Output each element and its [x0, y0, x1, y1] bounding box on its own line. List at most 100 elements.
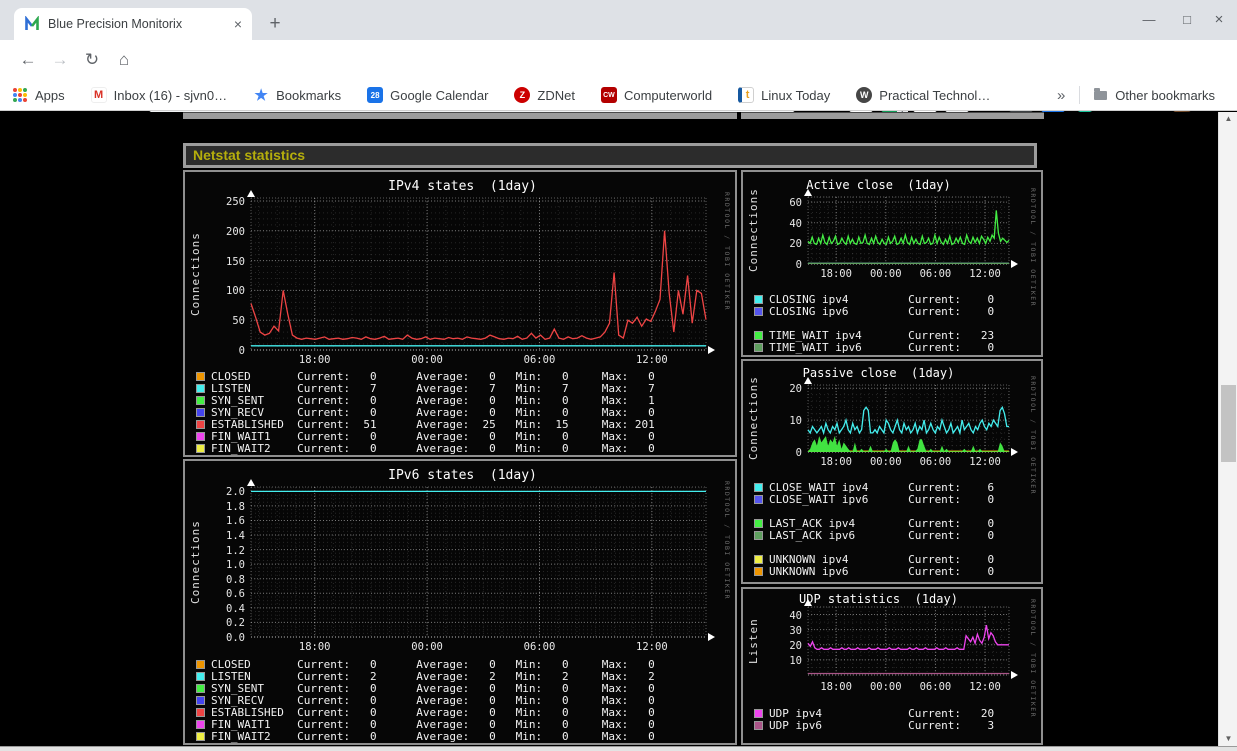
- other-bookmarks-label: Other bookmarks: [1115, 87, 1215, 103]
- vertical-scrollbar[interactable]: ▲ ▼: [1218, 112, 1237, 746]
- legend-color-swatch: [754, 306, 763, 316]
- rrdtool-watermark: RRDTOOL / TOBI OETIKER: [1029, 188, 1037, 308]
- chart-legend: UDP ipv4 Current: 20 UDP ipv6 Current: 3: [754, 707, 994, 732]
- legend-row: FIN_WAIT1 Current: 0 Average: 0 Min: 0 M…: [196, 430, 655, 443]
- y-tick-label: 40: [789, 609, 802, 622]
- bookmark-label: ZDNet: [537, 87, 575, 103]
- chart-legend: CLOSED Current: 0 Average: 0 Min: 0 Max:…: [196, 658, 655, 743]
- y-tick-label: 0: [238, 345, 245, 357]
- x-tick-label: 18:00: [298, 354, 331, 366]
- chart-panel-passive-close: Passive close (1day) Connections RRDTOOL…: [741, 359, 1043, 584]
- star-icon: ★: [254, 87, 268, 104]
- x-tick-label: 06:00: [919, 268, 952, 280]
- window-maximize-button[interactable]: □: [1176, 10, 1198, 30]
- series-established: [250, 230, 707, 341]
- y-tick-label: 150: [226, 255, 245, 268]
- legend-text: UNKNOWN ipv6 Current: 0: [769, 564, 995, 578]
- y-tick-label: 250: [226, 195, 245, 208]
- y-tick-label: 0.0: [226, 632, 245, 644]
- legend-color-swatch: [754, 708, 763, 718]
- x-tick-label: 06:00: [523, 641, 556, 653]
- legend-row: ESTABLISHED Current: 0 Average: 0 Min: 0…: [196, 706, 655, 719]
- chart-title: IPv6 states (1day): [388, 468, 537, 483]
- window-close-button[interactable]: ×: [1208, 10, 1230, 30]
- y-tick-label: 1.2: [226, 544, 245, 557]
- y-tick-label: 0.4: [226, 602, 245, 615]
- y-tick-label: 50: [232, 315, 245, 328]
- bookmark-linux-today[interactable]: t Linux Today: [738, 87, 830, 103]
- y-axis-arrow-icon: [247, 479, 255, 486]
- y-tick-label: 0: [795, 447, 802, 459]
- scrollbar-up-icon[interactable]: ▲: [1219, 112, 1237, 126]
- y-tick-label: 10: [789, 415, 802, 428]
- back-button[interactable]: ←: [16, 48, 40, 72]
- legend-text: FIN_WAIT2 Current: 0 Average: 0 Min: 0 M…: [211, 441, 655, 455]
- x-tick-label: 12:00: [636, 641, 668, 653]
- computerworld-icon: CW: [600, 87, 617, 103]
- plot-area: [807, 384, 1010, 453]
- bookmarks-overflow-icon[interactable]: »: [1057, 87, 1065, 104]
- bookmark-label: Google Calendar: [390, 87, 489, 103]
- other-bookmarks-button[interactable]: Other bookmarks: [1092, 87, 1215, 103]
- x-tick-label: 00:00: [869, 268, 902, 280]
- y-tick-label: 1.6: [226, 515, 245, 528]
- bookmark-apps[interactable]: Apps: [12, 87, 65, 103]
- plot-area: [250, 197, 707, 351]
- x-tick-label: 06:00: [523, 354, 556, 366]
- legend-color-swatch: [196, 407, 205, 417]
- x-tick-label: 18:00: [298, 641, 331, 653]
- new-tab-button[interactable]: +: [262, 11, 288, 37]
- x-axis-arrow-icon: [1011, 448, 1018, 456]
- legend-color-swatch: [196, 683, 205, 693]
- y-tick-label: 1.4: [226, 530, 245, 543]
- zdnet-icon: Z: [514, 87, 531, 103]
- legend-row: CLOSED Current: 0 Average: 0 Min: 0 Max:…: [196, 370, 655, 383]
- legend-text: LAST_ACK ipv6 Current: 0: [769, 528, 995, 542]
- x-tick-label: 18:00: [820, 456, 852, 468]
- legend-row: UDP ipv4 Current: 20: [754, 707, 994, 720]
- bookmark-computerworld[interactable]: CW Computerworld: [600, 87, 712, 103]
- window-minimize-button[interactable]: —: [1138, 10, 1160, 30]
- bookmark-bookmarks[interactable]: ★ Bookmarks: [253, 87, 341, 104]
- x-tick-label: 00:00: [411, 641, 443, 653]
- tab-close-icon[interactable]: ×: [234, 16, 242, 32]
- legend-row: CLOSING ipv4 Current: 0: [754, 293, 994, 306]
- page-viewport: Netstat statistics IPv4 states (1day) Co…: [0, 112, 1237, 746]
- legend-row: LISTEN Current: 2 Average: 2 Min: 2 Max:…: [196, 670, 655, 683]
- y-tick-label: 0.8: [226, 573, 245, 586]
- bookmark-practical-technology[interactable]: W Practical Technol…: [856, 87, 990, 103]
- chart-title: IPv4 states (1day): [388, 179, 537, 194]
- x-axis-arrow-icon: [708, 346, 715, 354]
- bookmarks-divider: [1079, 86, 1081, 104]
- y-tick-label: 1.0: [226, 559, 245, 572]
- bookmark-google-calendar[interactable]: 28 Google Calendar: [367, 87, 488, 103]
- scrollbar-down-icon[interactable]: ▼: [1219, 732, 1237, 746]
- legend-row: LAST_ACK ipv6 Current: 0: [754, 528, 995, 542]
- legend-color-swatch: [196, 371, 205, 381]
- y-tick-label: 2.0: [226, 486, 245, 499]
- scrollbar-thumb[interactable]: [1221, 385, 1236, 462]
- y-tick-label: 60: [789, 197, 802, 210]
- legend-text: CLOSING ipv6 Current: 0: [769, 304, 995, 318]
- x-tick-label: 00:00: [869, 456, 902, 468]
- y-tick-label: 10: [789, 654, 802, 667]
- browser-window: Blue Precision Monitorix × + — □ × ← → ↻…: [0, 0, 1237, 751]
- bookmark-zdnet[interactable]: Z ZDNet: [514, 87, 575, 103]
- legend-color-swatch: [754, 554, 763, 564]
- forward-button[interactable]: →: [48, 48, 72, 72]
- legend-row: UNKNOWN ipv4 Current: 0: [754, 553, 994, 566]
- x-tick-label: 00:00: [869, 681, 902, 693]
- x-tick-label: 12:00: [969, 456, 1001, 468]
- legend-color-swatch: [754, 294, 763, 304]
- calendar-icon: 28: [367, 87, 384, 103]
- home-button[interactable]: ⌂: [112, 48, 136, 72]
- gmail-icon: M: [90, 87, 107, 103]
- reload-button[interactable]: ↻: [80, 48, 104, 72]
- y-axis-arrow-icon: [247, 190, 255, 197]
- bookmark-inbox[interactable]: M Inbox (16) - sjvn0…: [90, 87, 227, 103]
- plot-area: [250, 486, 707, 638]
- legend-color-swatch: [754, 530, 763, 540]
- apps-grid-icon: [12, 87, 28, 103]
- browser-tab[interactable]: Blue Precision Monitorix ×: [14, 8, 252, 40]
- x-axis-arrow-icon: [1011, 260, 1018, 268]
